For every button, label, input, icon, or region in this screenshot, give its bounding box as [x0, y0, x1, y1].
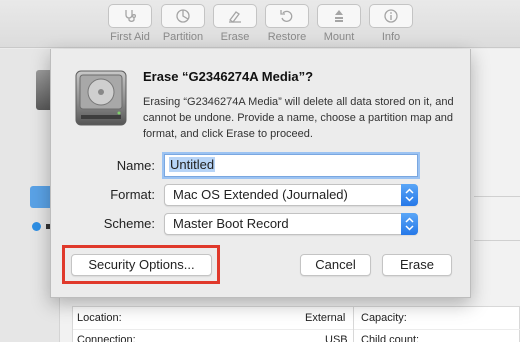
info-tool[interactable]: Info	[363, 4, 419, 43]
mount-label: Mount	[323, 31, 355, 43]
mount-tool[interactable]: Mount	[311, 4, 367, 43]
chevron-updown-icon	[401, 184, 418, 206]
scheme-value: Master Boot Record	[173, 216, 289, 231]
format-select[interactable]: Mac OS Extended (Journaled)	[164, 184, 418, 206]
annotation-highlight-box	[62, 245, 220, 284]
divider	[474, 196, 520, 197]
chevron-updown-icon	[401, 213, 418, 235]
child-count-label: Child count:	[361, 334, 420, 342]
scheme-label: Scheme:	[103, 216, 155, 231]
format-label: Format:	[110, 187, 155, 202]
location-label: Location:	[77, 312, 122, 324]
background-volume-dot	[32, 222, 41, 231]
restore-label: Restore	[267, 31, 307, 43]
location-value: External	[305, 312, 346, 324]
cancel-button[interactable]: Cancel	[300, 254, 371, 276]
name-field[interactable]: Untitled	[164, 154, 418, 177]
divider	[73, 329, 520, 330]
capacity-label: Capacity:	[361, 312, 407, 324]
restore-icon	[265, 4, 309, 28]
info-label: Info	[381, 31, 401, 43]
divider	[353, 307, 354, 342]
erase-label: Erase	[220, 31, 250, 43]
info-table: Location: External Capacity: Connection:…	[72, 306, 520, 342]
connection-label: Connection:	[77, 334, 136, 342]
erase-icon	[213, 4, 257, 28]
restore-tool[interactable]: Restore	[259, 4, 315, 43]
divider	[474, 240, 520, 241]
right-panel-background	[470, 49, 520, 299]
mount-icon	[317, 4, 361, 28]
erase-dialog: Erase “G2346274A Media”? Erasing “G23462…	[50, 49, 471, 298]
erase-tool[interactable]: Erase	[207, 4, 263, 43]
first-aid-label: First Aid	[110, 31, 150, 43]
name-label: Name:	[116, 158, 155, 173]
partition-label: Partition	[162, 31, 204, 43]
stethoscope-icon	[108, 4, 152, 28]
name-value: Untitled	[169, 157, 216, 172]
erase-button[interactable]: Erase	[382, 254, 452, 276]
dialog-description: Erasing “G2346274A Media” will delete al…	[143, 96, 454, 140]
format-value: Mac OS Extended (Journaled)	[173, 187, 348, 202]
partition-icon	[161, 4, 205, 28]
dialog-title: Erase “G2346274A Media”?	[143, 69, 314, 84]
connection-value: USB	[325, 334, 348, 342]
partition-tool[interactable]: Partition	[155, 4, 211, 43]
first-aid-tool[interactable]: First Aid	[102, 4, 158, 43]
info-icon	[369, 4, 413, 28]
hard-drive-icon	[75, 69, 127, 127]
scheme-select[interactable]: Master Boot Record	[164, 213, 418, 235]
toolbar: First Aid Partition Erase Restore Mount …	[0, 0, 520, 48]
